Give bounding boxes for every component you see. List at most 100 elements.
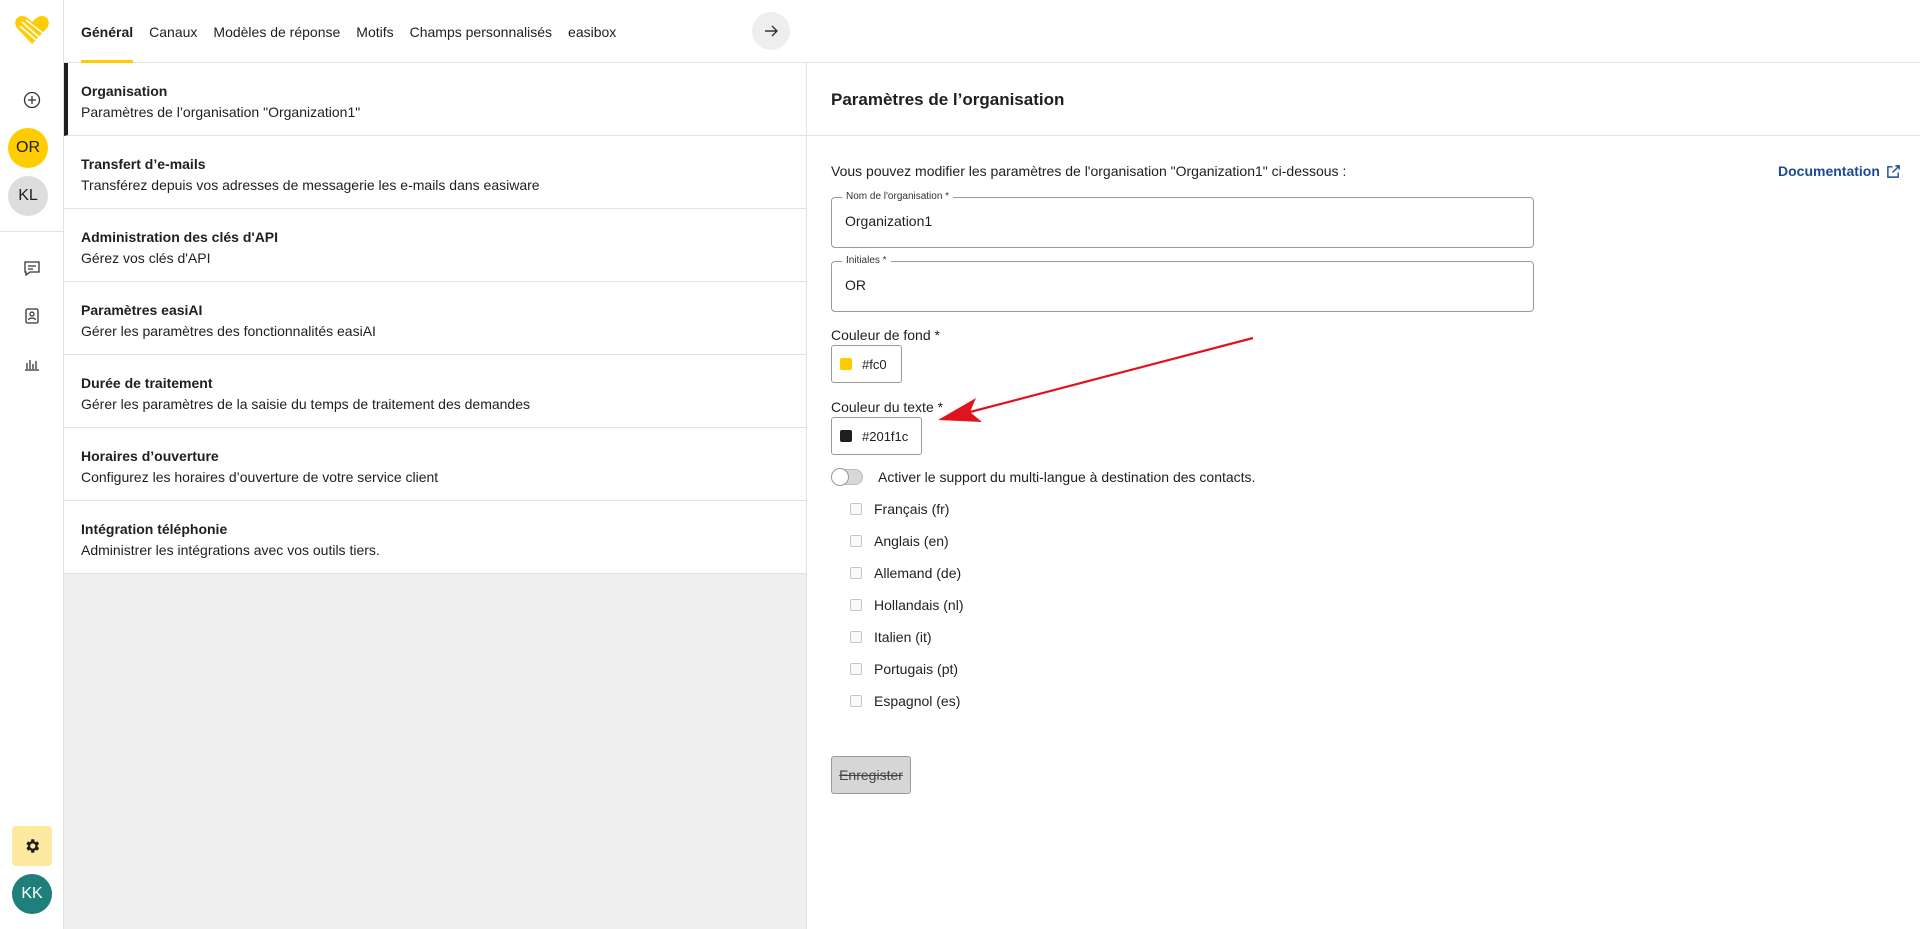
settings-item-title: Intégration téléphonie — [81, 521, 228, 537]
conversations-icon[interactable] — [12, 248, 52, 288]
settings-item-email-transfer[interactable]: Transfert d’e-mails Transférez depuis vo… — [64, 136, 806, 209]
arrow-right-icon — [765, 25, 778, 37]
right-top-header — [807, 0, 1920, 63]
tab-champs[interactable]: Champs personnalisés — [410, 0, 552, 63]
documentation-link[interactable]: Documentation — [1778, 163, 1901, 179]
initials-label: Initiales * — [842, 255, 891, 266]
settings-list-panel: Organisation Paramètres de l’organisatio… — [64, 63, 807, 929]
tab-label: Canaux — [149, 23, 198, 40]
settings-item-title: Paramètres easiAI — [81, 302, 203, 318]
annotation-arrow-icon — [938, 336, 1254, 422]
settings-button[interactable] — [12, 826, 52, 866]
left-rail: OR KL KK — [0, 0, 64, 929]
content-header: Paramètres de l’organisation — [807, 63, 1920, 136]
toggle-knob — [831, 468, 849, 486]
lang-option-de: Allemand (de) — [850, 565, 961, 581]
lang-option-pt: Portugais (pt) — [850, 661, 958, 677]
user-avatar-initials: KK — [21, 885, 43, 902]
text-color-label: Couleur du texte * — [831, 399, 944, 415]
multilang-label: Activer le support du multi-langue à des… — [878, 469, 1256, 485]
settings-item-telephony[interactable]: Intégration téléphonie Administrer les i… — [64, 501, 806, 574]
bg-color-swatch — [840, 358, 852, 370]
settings-item-organisation[interactable]: Organisation Paramètres de l’organisatio… — [64, 63, 806, 136]
avatar-org[interactable]: OR — [8, 128, 48, 168]
tab-general[interactable]: Général — [81, 0, 134, 63]
multilang-toggle[interactable] — [831, 468, 863, 486]
initials-input[interactable] — [845, 277, 1505, 293]
lang-checkbox[interactable] — [850, 599, 862, 611]
lang-label: Espagnol (es) — [874, 693, 961, 709]
lang-option-es: Espagnol (es) — [850, 693, 960, 709]
lang-label: Anglais (en) — [874, 533, 949, 549]
settings-item-title: Durée de traitement — [81, 375, 213, 391]
org-name-input[interactable] — [845, 213, 1505, 229]
settings-item-desc: Configurez les horaires d’ouverture de v… — [81, 469, 439, 485]
tab-easibox[interactable]: easibox — [568, 0, 616, 63]
contacts-icon[interactable] — [12, 296, 52, 336]
lang-checkbox[interactable] — [850, 567, 862, 579]
lang-checkbox[interactable] — [850, 631, 862, 643]
lang-checkbox[interactable] — [850, 695, 862, 707]
lang-option-en: Anglais (en) — [850, 533, 949, 549]
lang-label: Français (fr) — [874, 501, 950, 517]
tab-label: Modèles de réponse — [213, 23, 341, 40]
statistics-icon[interactable] — [12, 344, 52, 384]
lang-option-fr: Français (fr) — [850, 501, 949, 517]
org-name-field: Nom de l'organisation * — [831, 191, 1534, 248]
org-name-label: Nom de l'organisation * — [842, 191, 954, 202]
page-title: Paramètres de l’organisation — [831, 90, 1065, 109]
settings-item-processing-time[interactable]: Durée de traitement Gérer les paramètres… — [64, 355, 806, 428]
tab-motifs[interactable]: Motifs — [356, 0, 393, 63]
documentation-link-label: Documentation — [1778, 163, 1880, 179]
lang-checkbox[interactable] — [850, 503, 862, 515]
settings-item-title: Horaires d’ouverture — [81, 448, 219, 464]
bg-color-picker[interactable]: #fc0 — [831, 345, 902, 383]
tab-label: Motifs — [356, 23, 394, 40]
tabs-next-button[interactable] — [752, 12, 790, 50]
lang-checkbox[interactable] — [850, 535, 862, 547]
external-link-icon — [1887, 164, 1900, 178]
user-avatar[interactable]: KK — [12, 874, 52, 914]
tab-label: Général — [81, 23, 134, 40]
settings-item-title: Transfert d’e-mails — [81, 156, 206, 172]
bg-color-label: Couleur de fond * — [831, 327, 940, 343]
tabs: Général Canaux Modèles de réponse Motifs… — [81, 0, 616, 63]
lang-option-nl: Hollandais (nl) — [850, 597, 963, 613]
avatar-kl-initials: KL — [18, 187, 38, 204]
settings-item-title: Administration des clés d'API — [81, 229, 279, 245]
tab-label: Champs personnalisés — [409, 23, 553, 40]
settings-item-desc: Administrer les intégrations avec vos ou… — [81, 542, 380, 558]
settings-item-desc: Gérer les paramètres des fonctionnalités… — [81, 323, 376, 339]
text-color-value: #201f1c — [862, 428, 909, 444]
avatar-kl[interactable]: KL — [8, 176, 48, 216]
settings-item-title: Organisation — [81, 83, 168, 99]
add-icon[interactable] — [12, 80, 52, 120]
settings-item-desc: Paramètres de l’organisation "Organizati… — [81, 104, 361, 120]
initials-field: Initiales * — [831, 255, 1534, 312]
settings-item-easiai[interactable]: Paramètres easiAI Gérer les paramètres d… — [64, 282, 806, 355]
lang-checkbox[interactable] — [850, 663, 862, 675]
easiware-logo-icon[interactable] — [14, 14, 50, 46]
save-button[interactable]: Enregister — [831, 756, 911, 794]
intro-text: Vous pouvez modifier les paramètres de l… — [831, 163, 1347, 179]
settings-item-opening-hours[interactable]: Horaires d’ouverture Configurez les hora… — [64, 428, 806, 501]
settings-item-desc: Gérez vos clés d'API — [81, 250, 211, 266]
settings-tabs-bar: Général Canaux Modèles de réponse Motifs… — [64, 0, 807, 63]
lang-label: Hollandais (nl) — [874, 597, 964, 613]
lang-option-it: Italien (it) — [850, 629, 932, 645]
settings-item-desc: Gérer les paramètres de la saisie du tem… — [81, 396, 531, 412]
tab-modeles[interactable]: Modèles de réponse — [213, 0, 340, 63]
avatar-org-initials: OR — [16, 139, 40, 156]
lang-label: Portugais (pt) — [874, 661, 959, 677]
rail-divider — [0, 231, 64, 232]
lang-label: Allemand (de) — [874, 565, 962, 581]
settings-item-api-keys[interactable]: Administration des clés d'API Gérez vos … — [64, 209, 806, 282]
tab-canaux[interactable]: Canaux — [149, 0, 197, 63]
bg-color-value: #fc0 — [862, 356, 887, 372]
gear-icon — [26, 839, 40, 853]
settings-item-desc: Transférez depuis vos adresses de messag… — [81, 177, 540, 193]
text-color-swatch — [840, 430, 852, 442]
lang-label: Italien (it) — [874, 629, 932, 645]
text-color-picker[interactable]: #201f1c — [831, 417, 922, 455]
tab-label: easibox — [568, 23, 617, 40]
